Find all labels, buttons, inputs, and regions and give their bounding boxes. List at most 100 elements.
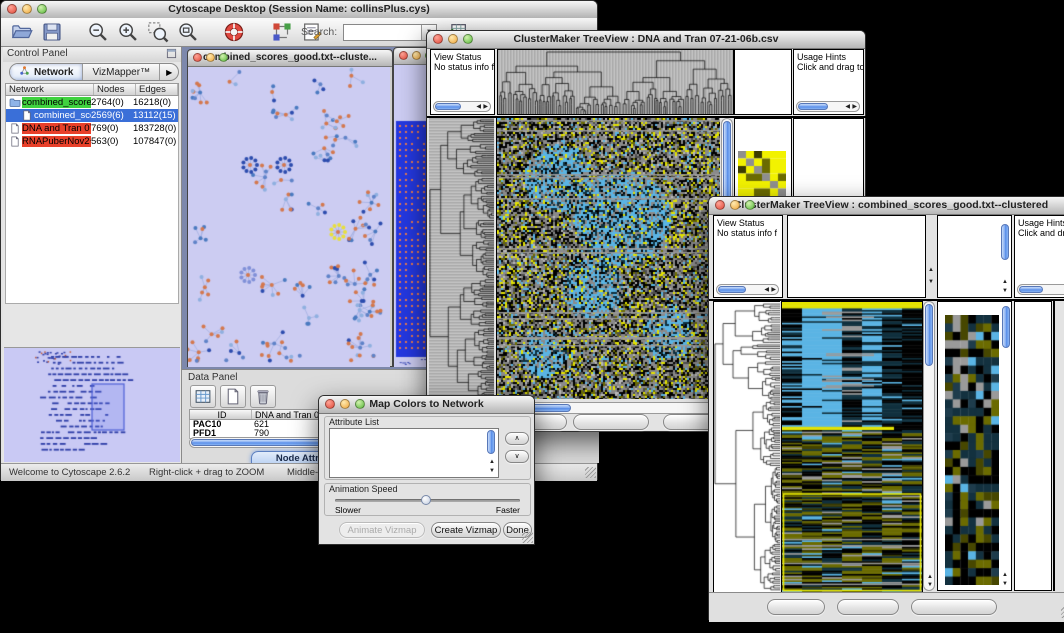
minimize-button[interactable] xyxy=(448,34,458,44)
zoom-scrollbar-thumb[interactable] xyxy=(1002,306,1010,348)
col-nodes[interactable]: Nodes xyxy=(94,84,136,95)
scroll-up-icon[interactable]: ▲ xyxy=(928,267,934,273)
scroll-left-icon[interactable]: ◀ xyxy=(476,104,481,110)
network-table-row[interactable]: RNAPuberNov2+I 563(0) 107847(0) xyxy=(6,135,178,148)
move-up-button[interactable]: ∧ xyxy=(505,432,529,445)
resize-grip[interactable] xyxy=(522,532,533,543)
tv2-heatmap-vscrollbar[interactable]: ▲ ▼ xyxy=(923,301,935,591)
slider-thumb[interactable] xyxy=(421,495,431,505)
col-network[interactable]: Network xyxy=(6,84,94,95)
minimize-button[interactable] xyxy=(22,4,32,14)
zoom-fit-icon[interactable] xyxy=(177,21,199,43)
scroll-right-icon[interactable]: ▶ xyxy=(852,104,857,110)
vizmapper-icon[interactable] xyxy=(271,21,293,43)
close-button[interactable] xyxy=(325,399,335,409)
scroll-up-icon[interactable]: ▲ xyxy=(489,459,495,465)
help-lifebuoy-icon[interactable] xyxy=(223,21,245,43)
scrollbar-thumb[interactable] xyxy=(1019,286,1043,293)
scroll-up-icon[interactable]: ▲ xyxy=(1002,279,1008,285)
usage-hints-label: Usage Hints xyxy=(1018,218,1064,228)
delete-attribute-trash-icon[interactable] xyxy=(250,385,276,408)
view-status-label: View Status xyxy=(717,218,779,228)
scroll-down-icon[interactable]: ▼ xyxy=(489,468,495,474)
close-button[interactable] xyxy=(433,34,443,44)
tv1-row-dendrogram[interactable] xyxy=(429,118,494,399)
scroll-left-icon[interactable]: ◀ xyxy=(764,287,769,293)
tv1-correlation-mini-heatmap[interactable] xyxy=(738,151,786,196)
network-overview-canvas[interactable] xyxy=(4,348,178,460)
tab-network[interactable]: Network xyxy=(10,64,83,80)
zoom-button[interactable] xyxy=(219,53,228,62)
tv2-row-dendrogram[interactable] xyxy=(713,301,780,593)
scrollbar-thumb[interactable] xyxy=(718,286,746,293)
move-down-button[interactable]: ∨ xyxy=(505,450,529,463)
scrollbar-thumb[interactable] xyxy=(435,103,461,110)
zoom-button[interactable] xyxy=(355,399,365,409)
col-id[interactable]: ID xyxy=(190,410,252,419)
minimize-button[interactable] xyxy=(412,51,421,60)
dialog-window-controls xyxy=(325,399,365,409)
scroll-up-icon[interactable]: ▲ xyxy=(927,574,933,580)
tv1-heatmap[interactable] xyxy=(496,118,720,399)
scroll-right-icon[interactable]: ▶ xyxy=(483,104,488,110)
zoom-in-icon[interactable] xyxy=(117,21,139,43)
scroll-up-icon[interactable]: ▲ xyxy=(1002,572,1008,578)
zoom-button[interactable] xyxy=(745,200,755,210)
float-panel-icon[interactable] xyxy=(166,48,177,59)
network-table-row[interactable]: DNA and Tran 07 769(0) 183728(0) xyxy=(6,122,178,135)
tv1-status-scrollbar[interactable]: ◀ ▶ xyxy=(433,101,491,112)
create-vizmap-button[interactable]: Create Vizmap xyxy=(431,522,501,538)
zoom-button[interactable] xyxy=(463,34,473,44)
tab-network-label: Network xyxy=(34,67,73,78)
minimize-button[interactable] xyxy=(730,200,740,210)
close-button[interactable] xyxy=(399,51,408,60)
scroll-left-icon[interactable]: ◀ xyxy=(845,104,850,110)
tab-overflow-arrow[interactable]: ▶ xyxy=(160,64,178,80)
dialog-titlebar[interactable]: Map Colors to Network xyxy=(319,396,534,414)
close-button[interactable] xyxy=(193,53,202,62)
animate-vizmap-button[interactable]: Animate Vizmap xyxy=(339,522,425,538)
tv2-hints-scrollbar[interactable] xyxy=(1017,284,1064,295)
network-table-row[interactable]: combined_sco 2569(6) 13112(15) xyxy=(6,109,178,122)
tv2-column-dendrogram-pane[interactable] xyxy=(787,215,926,298)
scroll-down-icon[interactable]: ▼ xyxy=(928,279,934,285)
network-nodes-count: 2569(6) xyxy=(91,110,133,121)
close-button[interactable] xyxy=(715,200,725,210)
minimize-button[interactable] xyxy=(206,53,215,62)
scroll-right-icon[interactable]: ▶ xyxy=(771,287,776,293)
frame-titlebar[interactable]: combined_scores_good.txt--cluste... xyxy=(188,50,392,67)
scroll-down-icon[interactable]: ▼ xyxy=(927,582,933,588)
minimize-button[interactable] xyxy=(340,399,350,409)
new-attribute-icon[interactable] xyxy=(220,385,246,408)
tv1-hints-scrollbar[interactable]: ◀ ▶ xyxy=(796,101,860,112)
scroll-down-icon[interactable]: ▼ xyxy=(1002,581,1008,587)
zoom-out-icon[interactable] xyxy=(87,21,109,43)
scroll-down-icon[interactable]: ▼ xyxy=(1002,288,1008,294)
main-titlebar[interactable]: Cytoscape Desktop (Session Name: collins… xyxy=(1,1,597,19)
tv1-column-dendrogram[interactable] xyxy=(497,49,734,115)
select-attributes-icon[interactable] xyxy=(190,385,216,408)
save-icon[interactable] xyxy=(41,21,63,43)
scrollbar-thumb[interactable] xyxy=(798,103,828,110)
network-table-row[interactable]: combined_scores 2764(0) 16218(0) xyxy=(6,96,178,109)
tv2-status-scrollbar[interactable]: ◀ ▶ xyxy=(716,284,779,295)
zoom-selected-icon[interactable] xyxy=(147,21,169,43)
close-button[interactable] xyxy=(7,4,17,14)
tab-vizmapper[interactable]: VizMapper™ xyxy=(83,64,160,80)
status-zoom-hint: Right-click + drag to ZOOM xyxy=(149,467,264,478)
network-view-canvas[interactable] xyxy=(188,67,390,367)
status-pan-hint: Middle- xyxy=(287,467,318,478)
tv1-titlebar[interactable]: ClusterMaker TreeView : DNA and Tran 07-… xyxy=(427,31,865,49)
tv2-heatmap[interactable] xyxy=(781,301,923,593)
resize-grip[interactable] xyxy=(585,467,596,478)
search-input[interactable] xyxy=(344,25,421,40)
network-overview-panel[interactable] xyxy=(4,347,180,462)
scrollbar-thumb[interactable] xyxy=(925,304,933,366)
col-edges[interactable]: Edges xyxy=(136,84,178,95)
open-folder-icon[interactable] xyxy=(11,21,33,43)
tv2-zoom-heatmap[interactable] xyxy=(945,315,999,585)
attribute-scrollbar-thumb[interactable] xyxy=(487,430,495,454)
zoom-button[interactable] xyxy=(37,4,47,14)
tv2-titlebar[interactable]: ClusterMaker TreeView : combined_scores_… xyxy=(709,197,1064,215)
labels-scrollbar-thumb[interactable] xyxy=(1001,224,1009,260)
